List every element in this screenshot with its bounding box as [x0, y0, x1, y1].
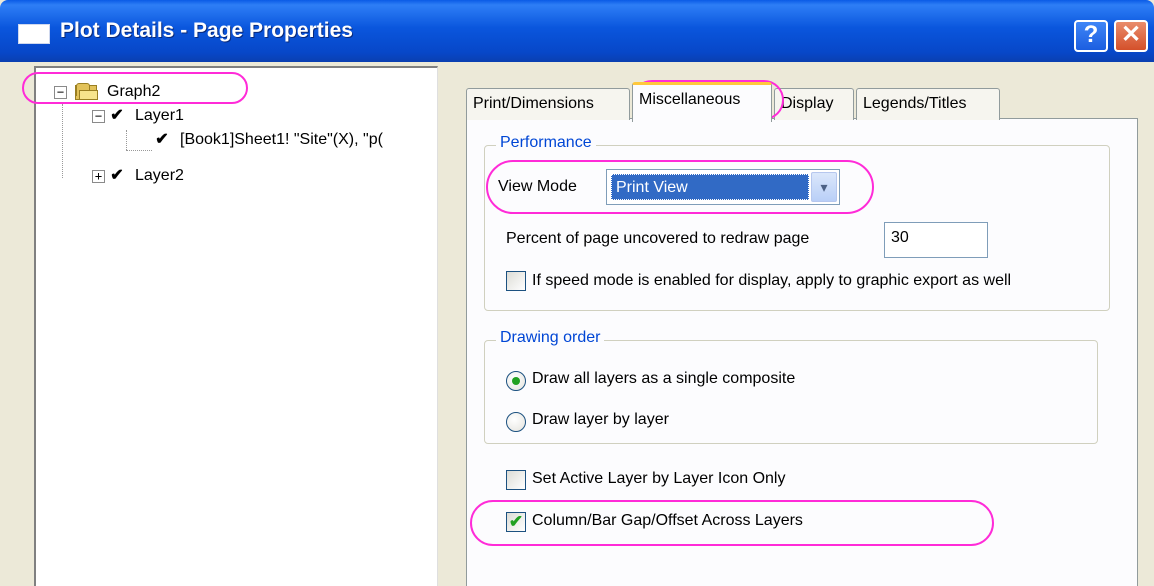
view-mode-label: View Mode: [498, 178, 577, 195]
view-mode-value: Print View: [611, 174, 809, 200]
close-button[interactable]: ✕: [1114, 20, 1148, 52]
folder-icon: [75, 83, 99, 101]
layer1-checkbox[interactable]: ✔: [109, 108, 125, 124]
plot-details-window: Plot Details - Page Properties ? ✕ − Gra…: [0, 0, 1154, 586]
tree-item-layer2[interactable]: + ✔ Layer2: [92, 164, 184, 188]
radio-composite-label: Draw all layers as a single composite: [532, 370, 796, 387]
speed-mode-label: If speed mode is enabled for display, ap…: [532, 272, 1012, 289]
tree-item-label: Layer2: [135, 167, 184, 184]
help-button[interactable]: ?: [1074, 20, 1108, 52]
layer2-checkbox[interactable]: ✔: [109, 168, 125, 184]
tree-item-label: [Book1]Sheet1! "Site"(X), "p(: [180, 131, 383, 148]
tab-miscellaneous[interactable]: Miscellaneous: [632, 82, 772, 122]
collapse-icon[interactable]: −: [92, 109, 105, 123]
collapse-icon[interactable]: −: [54, 85, 67, 99]
tree-item-layer1[interactable]: − ✔ Layer1: [92, 104, 184, 128]
layer-tree[interactable]: − Graph2 − ✔ Layer1 ✔ [Book1]Sheet1! "Si…: [34, 66, 438, 586]
radio-layer-by-layer[interactable]: [506, 412, 526, 432]
tree-connector: [126, 130, 127, 150]
speed-mode-checkbox[interactable]: [506, 271, 526, 291]
tree-item-label: Graph2: [107, 83, 161, 100]
percent-redraw-input[interactable]: 30: [884, 222, 988, 258]
tree-item-label: Layer1: [135, 107, 184, 124]
tree-item-graph2[interactable]: − Graph2: [54, 80, 160, 104]
radio-layer-by-layer-label: Draw layer by layer: [532, 411, 669, 428]
tree-connector: [126, 150, 152, 151]
window-icon: [18, 24, 50, 44]
window-title: Plot Details - Page Properties: [60, 19, 353, 42]
tab-print-dimensions[interactable]: Print/Dimensions: [466, 88, 630, 120]
chevron-down-icon[interactable]: ▾: [811, 172, 837, 202]
tree-connector: [62, 104, 63, 178]
dataset-checkbox[interactable]: ✔: [154, 132, 170, 148]
tree-item-dataset[interactable]: ✔ [Book1]Sheet1! "Site"(X), "p(: [154, 128, 383, 152]
performance-group-title: Performance: [496, 134, 596, 152]
radio-composite[interactable]: [506, 371, 526, 391]
percent-redraw-label: Percent of page uncovered to redraw page: [506, 230, 810, 247]
drawing-order-group-title: Drawing order: [496, 329, 605, 347]
active-layer-checkbox[interactable]: [506, 470, 526, 490]
title-bar[interactable]: Plot Details - Page Properties ? ✕: [0, 0, 1154, 62]
tab-legends-titles[interactable]: Legends/Titles: [856, 88, 1000, 120]
view-mode-select[interactable]: Print View ▾: [606, 169, 840, 205]
column-bar-gap-label: Column/Bar Gap/Offset Across Layers: [532, 512, 803, 529]
column-bar-gap-checkbox[interactable]: ✔: [506, 512, 526, 532]
expand-icon[interactable]: +: [92, 169, 105, 183]
tab-display[interactable]: Display: [774, 88, 854, 120]
active-layer-label: Set Active Layer by Layer Icon Only: [532, 470, 786, 487]
